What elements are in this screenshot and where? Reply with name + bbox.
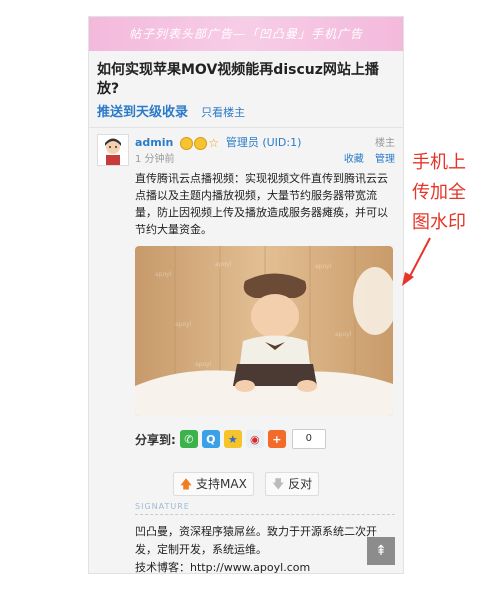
annotation-note: 手机上传加全图水印 — [412, 152, 466, 233]
svg-text:apoyl: apoyl — [155, 271, 172, 278]
post-actions: 收藏 管理 — [336, 150, 395, 165]
share-bar: 分享到: ✆ Q ★ ◉ + 0 — [135, 428, 395, 450]
avatar[interactable] — [97, 134, 129, 166]
signature: 凹凸曼，资深程序猿屌丝。致力于开源系统二次开发，定制开发，系统运维。 技术博客：… — [135, 523, 395, 573]
weibo-icon[interactable]: ◉ — [245, 430, 264, 448]
support-button[interactable]: 🡅 支持MAX — [172, 472, 254, 496]
star-icon: ☆ — [208, 136, 219, 150]
signature-text: 凹凸曼，资深程序猿屌丝。致力于开源系统二次开发，定制开发，系统运维。 — [135, 525, 377, 556]
op-only-link[interactable]: 只看楼主 — [201, 106, 245, 119]
signature-label: SIGNATURE — [135, 502, 395, 515]
medal-group: ☆ — [180, 136, 219, 150]
author-line: admin ☆ 管理员 (UID:1) — [135, 134, 301, 150]
arrow-up-bar-icon: ⇞ — [375, 543, 387, 559]
support-label: 支持MAX — [196, 477, 247, 491]
favorite-link[interactable]: 收藏 — [344, 154, 364, 165]
svg-text:apoyl: apoyl — [215, 261, 232, 268]
post-header: admin ☆ 管理员 (UID:1) 1 分钟前 楼主 收藏 管理 — [97, 134, 395, 168]
wechat-icon[interactable]: ✆ — [179, 430, 198, 448]
qq-icon[interactable]: Q — [201, 430, 220, 448]
svg-text:apoyl: apoyl — [335, 331, 352, 338]
qzone-icon[interactable]: ★ — [223, 430, 242, 448]
signature-blog[interactable]: 技术博客：http://www.apoyl.com — [135, 559, 395, 573]
oppose-button[interactable]: 🡇 反对 — [264, 472, 320, 496]
post-image[interactable]: apoyl apoyl apoyl apoyl apoyl apoyl — [135, 246, 393, 416]
header-ad-banner[interactable]: 帖子列表头部广告—「凹凸曼」手机广告 — [89, 17, 403, 51]
divider — [89, 127, 403, 128]
arrow-down-icon: 🡇 — [271, 477, 285, 491]
post-content: 直传腾讯云点播视频：实现视频文件直传到腾讯云云点播以及主题内播放视频，大量节约服… — [135, 172, 388, 236]
svg-text:apoyl: apoyl — [175, 321, 192, 328]
svg-text:apoyl: apoyl — [195, 361, 212, 368]
back-to-top-button[interactable]: ⇞ — [367, 537, 395, 565]
medal-icon — [180, 136, 194, 150]
annotation-arrow-icon — [402, 237, 431, 286]
author-role: 管理员 (UID:1) — [225, 136, 302, 149]
manage-link[interactable]: 管理 — [375, 154, 395, 165]
thread-title: 如何实现苹果MOV视频能再discuz网站上播放? — [97, 62, 379, 97]
post-time: 1 分钟前 — [135, 154, 175, 165]
author-name[interactable]: admin — [135, 136, 173, 149]
share-label: 分享到: — [135, 432, 176, 447]
oppose-label: 反对 — [288, 477, 313, 491]
more-icon[interactable]: + — [267, 430, 286, 448]
vote-bar: 🡅 支持MAX 🡇 反对 — [89, 472, 403, 496]
share-count: 0 — [291, 429, 326, 449]
push-link[interactable]: 推送到天级收录 — [97, 105, 188, 120]
arrow-up-icon: 🡅 — [179, 477, 193, 491]
post-floor: 楼主 — [375, 138, 395, 149]
medal-icon — [194, 136, 208, 150]
thread-title-links: 推送到天级收录 只看楼主 — [97, 101, 395, 121]
mobile-screen: 帖子列表头部广告—「凹凸曼」手机广告 如何实现苹果MOV视频能再discuz网站… — [88, 16, 404, 574]
svg-text:apoyl: apoyl — [315, 263, 332, 270]
